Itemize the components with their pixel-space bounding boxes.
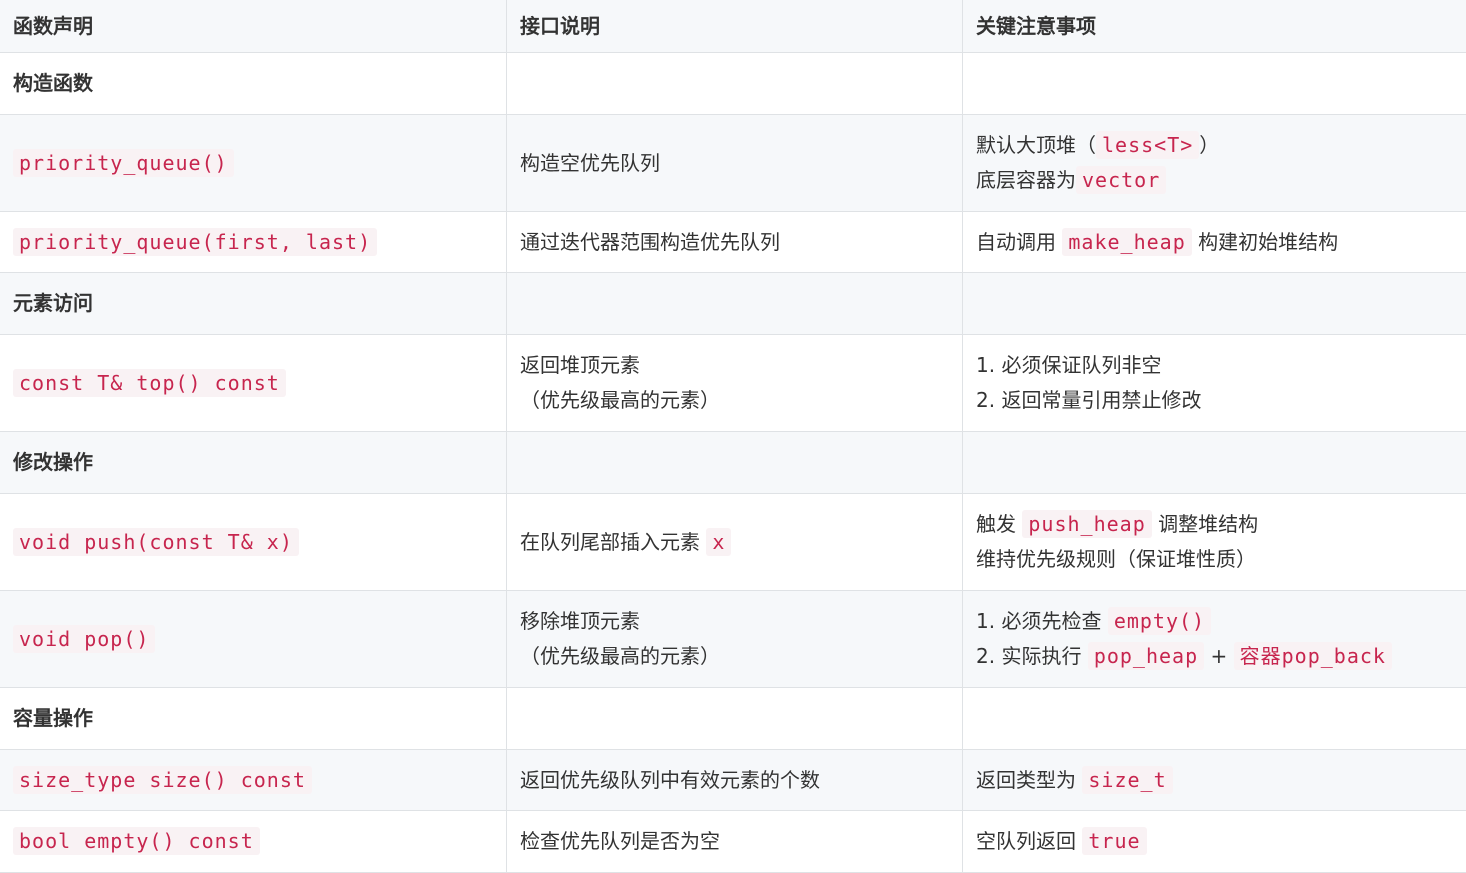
code-declaration: bool empty() const xyxy=(13,827,260,855)
inline-code: size_t xyxy=(1082,766,1172,794)
inline-code: x xyxy=(706,528,731,556)
inline-code: make_heap xyxy=(1062,228,1191,256)
section-title: 容量操作 xyxy=(0,688,507,750)
note-line: 触发 push_heap 调整堆结构 xyxy=(976,507,1453,542)
note-line: 默认大顶堆（less<T>） xyxy=(976,128,1453,163)
section-row-construct: 构造函数 xyxy=(0,53,1466,115)
declaration-cell: void pop() xyxy=(0,591,507,688)
section-title: 构造函数 xyxy=(0,53,507,115)
note-line: 2. 返回常量引用禁止修改 xyxy=(976,383,1453,418)
empty-cell xyxy=(507,53,963,115)
inline-code: true xyxy=(1082,827,1146,855)
description-cell: 在队列尾部插入元素 x xyxy=(507,494,963,591)
notes-cell: 1. 必须先检查 empty() 2. 实际执行 pop_heap + 容器po… xyxy=(963,591,1466,688)
declaration-cell: const T& top() const xyxy=(0,335,507,432)
code-declaration: priority_queue() xyxy=(13,149,234,177)
section-row-access: 元素访问 xyxy=(0,273,1466,335)
description-cell: 检查优先队列是否为空 xyxy=(507,811,963,873)
note-line: 维持优先级规则（保证堆性质） xyxy=(976,542,1453,577)
description-cell: 移除堆顶元素 （优先级最高的元素） xyxy=(507,591,963,688)
note-line: 自动调用 make_heap 构建初始堆结构 xyxy=(976,225,1453,260)
empty-cell xyxy=(963,53,1466,115)
section-row-capacity: 容量操作 xyxy=(0,688,1466,750)
note-line: 1. 必须保证队列非空 xyxy=(976,348,1453,383)
empty-cell xyxy=(963,273,1466,335)
inline-code: pop_heap xyxy=(1088,642,1204,670)
table-row: size_type size() const 返回优先级队列中有效元素的个数 返… xyxy=(0,750,1466,811)
declaration-cell: priority_queue(first, last) xyxy=(0,212,507,273)
declaration-cell: void push(const T& x) xyxy=(0,494,507,591)
code-declaration: priority_queue(first, last) xyxy=(13,228,377,256)
header-declaration: 函数声明 xyxy=(0,0,507,53)
empty-cell xyxy=(507,688,963,750)
code-declaration: size_type size() const xyxy=(13,766,312,794)
code-declaration: void pop() xyxy=(13,625,155,653)
table-header-row: 函数声明 接口说明 关键注意事项 xyxy=(0,0,1466,53)
inline-code: push_heap xyxy=(1022,510,1151,538)
empty-cell xyxy=(963,432,1466,494)
notes-cell: 1. 必须保证队列非空 2. 返回常量引用禁止修改 xyxy=(963,335,1466,432)
code-declaration: void push(const T& x) xyxy=(13,528,299,556)
notes-cell: 自动调用 make_heap 构建初始堆结构 xyxy=(963,212,1466,273)
table-row: const T& top() const 返回堆顶元素 （优先级最高的元素） 1… xyxy=(0,335,1466,432)
api-table: 函数声明 接口说明 关键注意事项 构造函数 priority_queue() 构… xyxy=(0,0,1466,873)
code-declaration: const T& top() const xyxy=(13,369,286,397)
section-row-modify: 修改操作 xyxy=(0,432,1466,494)
description-cell: 通过迭代器范围构造优先队列 xyxy=(507,212,963,273)
table-row: void pop() 移除堆顶元素 （优先级最高的元素） 1. 必须先检查 em… xyxy=(0,591,1466,688)
table-row: priority_queue() 构造空优先队列 默认大顶堆（less<T>） … xyxy=(0,115,1466,212)
header-description: 接口说明 xyxy=(507,0,963,53)
empty-cell xyxy=(507,273,963,335)
inline-code: empty() xyxy=(1108,607,1211,635)
table-row: void push(const T& x) 在队列尾部插入元素 x 触发 pus… xyxy=(0,494,1466,591)
description-cell: 返回堆顶元素 （优先级最高的元素） xyxy=(507,335,963,432)
description-cell: 返回优先级队列中有效元素的个数 xyxy=(507,750,963,811)
section-title: 修改操作 xyxy=(0,432,507,494)
declaration-cell: bool empty() const xyxy=(0,811,507,873)
notes-cell: 默认大顶堆（less<T>） 底层容器为vector xyxy=(963,115,1466,212)
notes-cell: 空队列返回 true xyxy=(963,811,1466,873)
note-line: 底层容器为vector xyxy=(976,163,1453,198)
table-row: bool empty() const 检查优先队列是否为空 空队列返回 true xyxy=(0,811,1466,873)
inline-code: less<T> xyxy=(1096,131,1199,159)
notes-cell: 触发 push_heap 调整堆结构 维持优先级规则（保证堆性质） xyxy=(963,494,1466,591)
inline-code: vector xyxy=(1076,166,1166,194)
description-cell: 构造空优先队列 xyxy=(507,115,963,212)
empty-cell xyxy=(507,432,963,494)
notes-cell: 返回类型为 size_t xyxy=(963,750,1466,811)
note-line: 1. 必须先检查 empty() xyxy=(976,604,1453,639)
table-row: priority_queue(first, last) 通过迭代器范围构造优先队… xyxy=(0,212,1466,273)
note-line: 2. 实际执行 pop_heap + 容器pop_back xyxy=(976,639,1453,674)
inline-code: 容器pop_back xyxy=(1234,642,1392,670)
declaration-cell: size_type size() const xyxy=(0,750,507,811)
header-notes: 关键注意事项 xyxy=(963,0,1466,53)
empty-cell xyxy=(963,688,1466,750)
section-title: 元素访问 xyxy=(0,273,507,335)
declaration-cell: priority_queue() xyxy=(0,115,507,212)
